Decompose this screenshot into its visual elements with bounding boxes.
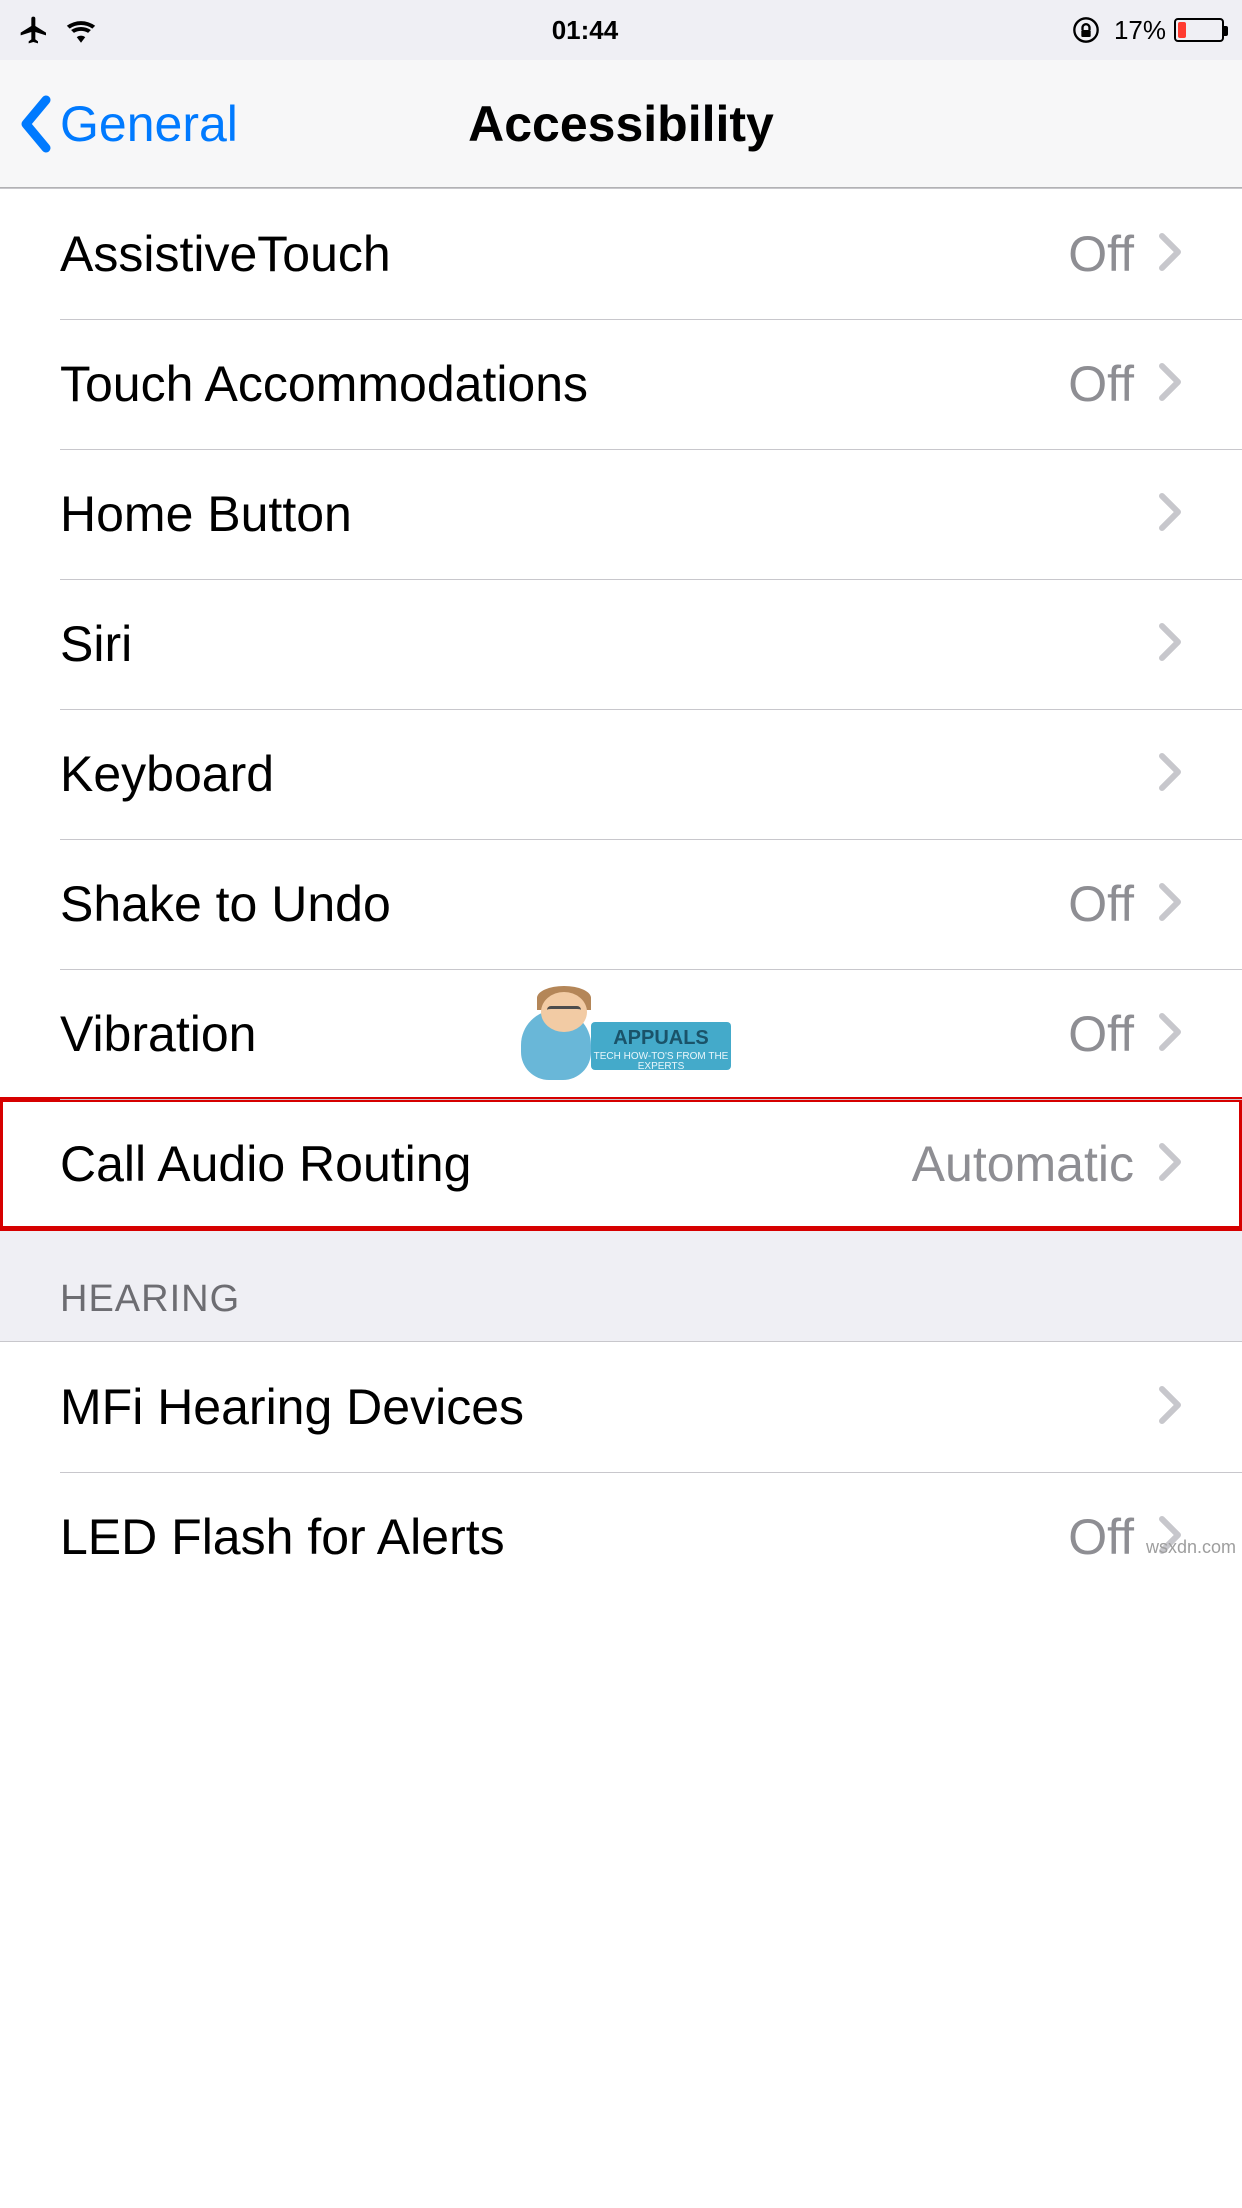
status-time: 01:44 (98, 15, 1072, 46)
row-home-button[interactable]: Home Button (0, 449, 1242, 579)
row-value: Automatic (912, 1135, 1134, 1193)
chevron-right-icon (1158, 752, 1182, 797)
battery-percentage: 17% (1114, 15, 1166, 46)
chevron-right-icon (1158, 1385, 1182, 1430)
row-label: Vibration (60, 1005, 1068, 1063)
row-keyboard[interactable]: Keyboard (0, 709, 1242, 839)
row-label: Keyboard (60, 745, 1158, 803)
row-label: Touch Accommodations (60, 355, 1068, 413)
status-bar: 01:44 17% (0, 0, 1242, 60)
chevron-right-icon (1158, 1142, 1182, 1187)
orientation-lock-icon (1072, 16, 1100, 44)
row-value: Off (1068, 1005, 1134, 1063)
chevron-right-icon (1158, 492, 1182, 537)
navigation-bar: General Accessibility (0, 60, 1242, 188)
row-touch-accommodations[interactable]: Touch Accommodations Off (0, 319, 1242, 449)
row-value: Off (1068, 355, 1134, 413)
chevron-right-icon (1158, 882, 1182, 927)
row-value: Off (1068, 225, 1134, 283)
page-title: Accessibility (0, 95, 1242, 153)
wifi-icon (64, 17, 98, 43)
row-label: Shake to Undo (60, 875, 1068, 933)
section-header-hearing: HEARING (0, 1230, 1242, 1341)
row-label: AssistiveTouch (60, 225, 1068, 283)
row-assistivetouch[interactable]: AssistiveTouch Off (0, 189, 1242, 319)
row-call-audio-routing[interactable]: Call Audio Routing Automatic (0, 1099, 1242, 1229)
row-shake-to-undo[interactable]: Shake to Undo Off (0, 839, 1242, 969)
battery-icon (1174, 18, 1224, 42)
airplane-mode-icon (18, 14, 50, 46)
row-label: Call Audio Routing (60, 1135, 912, 1193)
interaction-section: AssistiveTouch Off Touch Accommodations … (0, 188, 1242, 1230)
row-value: Off (1068, 1508, 1134, 1566)
chevron-right-icon (1158, 362, 1182, 407)
row-label: LED Flash for Alerts (60, 1508, 1068, 1566)
chevron-right-icon (1158, 1012, 1182, 1057)
source-attribution: wsxdn.com (1146, 1537, 1236, 1558)
battery-indicator: 17% (1114, 15, 1224, 46)
chevron-right-icon (1158, 622, 1182, 667)
row-label: Siri (60, 615, 1158, 673)
row-mfi-hearing-devices[interactable]: MFi Hearing Devices (0, 1342, 1242, 1472)
row-siri[interactable]: Siri (0, 579, 1242, 709)
row-value: Off (1068, 875, 1134, 933)
row-vibration[interactable]: Vibration Off (0, 969, 1242, 1099)
row-label: MFi Hearing Devices (60, 1378, 1158, 1436)
row-label: Home Button (60, 485, 1158, 543)
chevron-right-icon (1158, 232, 1182, 277)
